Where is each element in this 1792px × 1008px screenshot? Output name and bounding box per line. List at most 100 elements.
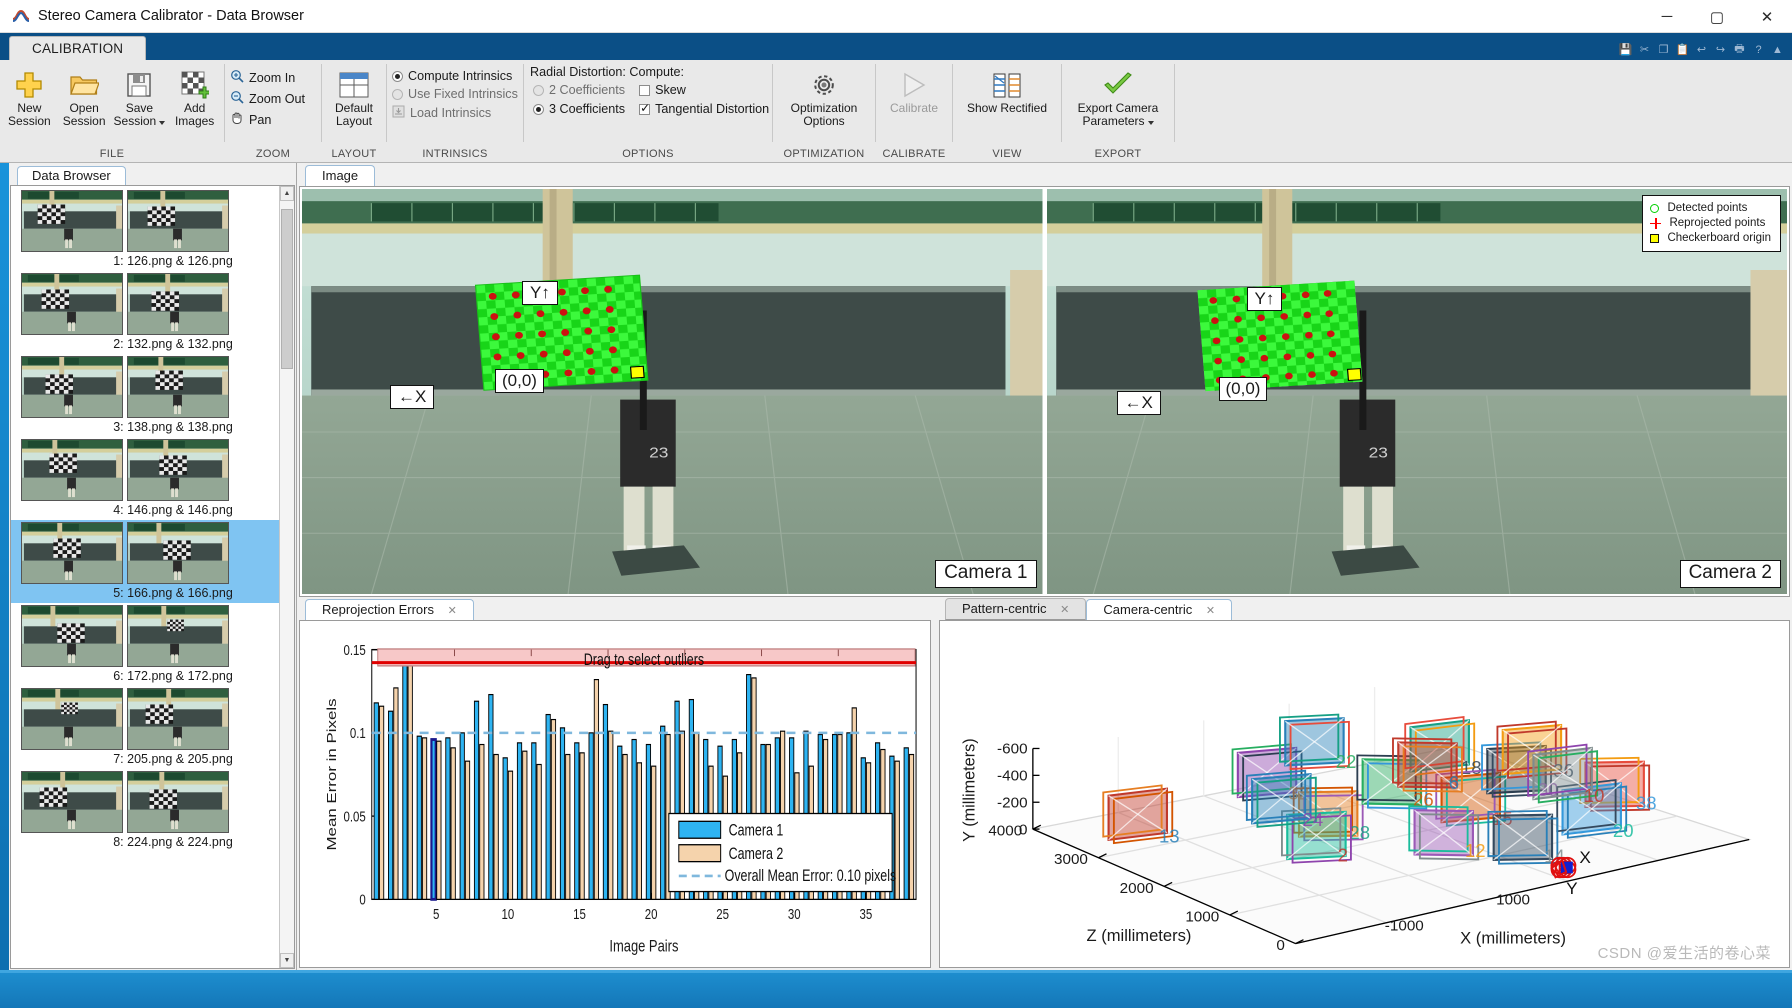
legend-row-origin: Checkerboard origin (1650, 231, 1771, 246)
compute-intrinsics-radio[interactable]: Compute Intrinsics (389, 67, 523, 85)
ribbon-separator-9 (1174, 64, 1175, 142)
list-item[interactable]: 2: 132.png & 132.png (11, 271, 279, 354)
close-icon[interactable]: ✕ (448, 605, 457, 617)
default-layout-button[interactable]: Default Layout (326, 65, 382, 130)
maximize-button[interactable]: ▢ (1692, 0, 1742, 33)
svg-text:Camera 2: Camera 2 (729, 846, 784, 864)
two-coefficients-radio[interactable]: 2 Coefficients (530, 81, 630, 99)
group-label-calibrate: CALIBRATE (882, 148, 946, 160)
zoom-out-button[interactable]: Zoom Out (227, 88, 310, 109)
detected-points-marker (1650, 204, 1660, 213)
qat-undo-icon[interactable]: ↩ (1693, 41, 1710, 58)
qat-help-icon[interactable]: ? (1750, 41, 1767, 58)
svg-text:23: 23 (1368, 444, 1387, 461)
zoom-out-icon (230, 90, 244, 107)
optimization-options-button[interactable]: Optimization Options (776, 65, 872, 130)
qat-copy-icon[interactable]: ❐ (1655, 41, 1672, 58)
qat-paste-icon[interactable]: 📋 (1674, 41, 1691, 58)
list-item-label: 3: 138.png & 138.png (113, 420, 233, 434)
qat-print-icon[interactable]: 🖶 (1731, 41, 1748, 58)
add-images-line2: Images (174, 113, 215, 128)
image-panel-body: 23 Y↑ ←X (0,0) Camera 1 23 Detected poin… (299, 186, 1790, 597)
status-bar-highlight (0, 970, 1792, 973)
three-coefficients-radio[interactable]: 3 Coefficients (530, 100, 630, 118)
svg-text:35: 35 (860, 905, 873, 922)
group-label-layout: LAYOUT (331, 148, 377, 160)
skew-checkbox[interactable]: Skew (636, 81, 774, 99)
list-item[interactable]: 6: 172.png & 172.png (11, 603, 279, 686)
use-fixed-intrinsics-radio[interactable]: Use Fixed Intrinsics (389, 85, 523, 103)
list-item[interactable]: 3: 138.png & 138.png (11, 354, 279, 437)
chevron-down-icon[interactable] (159, 120, 166, 125)
svg-text:25: 25 (716, 905, 729, 922)
qat-save-icon[interactable]: 💾 (1617, 41, 1634, 58)
tab-data-browser[interactable]: Data Browser (17, 166, 126, 186)
close-icon[interactable]: ✕ (1060, 604, 1069, 616)
tab-pattern-centric[interactable]: Pattern-centric ✕ (945, 598, 1087, 620)
camera1-view[interactable]: 23 Y↑ ←X (0,0) Camera 1 (302, 189, 1043, 594)
list-item[interactable]: 8: 224.png & 224.png (11, 769, 279, 852)
thumbnail-left (21, 522, 123, 584)
ribbon-group-zoom: Zoom In Zoom Out Pan ZOOM (225, 60, 321, 163)
qat-collapse-icon[interactable]: ▲ (1769, 41, 1786, 58)
svg-text:Z (millimeters): Z (millimeters) (1087, 927, 1192, 945)
reprojection-errors-chart[interactable]: 0 0.05 0.1 0.15 5 10 15 20 25 30 35 Drag to select … (300, 621, 930, 967)
show-rectified-label: Show Rectified (966, 101, 1048, 115)
tab-reprojection-errors[interactable]: Reprojection Errors ✕ (305, 599, 474, 621)
svg-text:6: 6 (1449, 772, 1459, 793)
open-session-button[interactable]: Open Session (57, 65, 112, 130)
list-item[interactable]: 5: 166.png & 166.png (11, 520, 279, 603)
scroll-down-button[interactable]: ▼ (280, 953, 294, 968)
thumbnail-left (21, 190, 123, 252)
list-item[interactable]: 7: 205.png & 205.png (11, 686, 279, 769)
add-images-button[interactable]: Add Images (167, 65, 222, 130)
qat-cut-icon[interactable]: ✂ (1636, 41, 1653, 58)
svg-text:3000: 3000 (1054, 851, 1088, 868)
close-icon[interactable]: ✕ (1206, 605, 1215, 617)
camera2-label: Camera 2 (1679, 560, 1781, 588)
list-item[interactable]: 4: 146.png & 146.png (11, 437, 279, 520)
save-session-button[interactable]: Save Session (112, 65, 168, 130)
svg-text:-600: -600 (997, 741, 1028, 758)
play-icon (899, 68, 929, 102)
data-browser-body: 1: 126.png & 126.png 2: 132.png & 132.pn… (10, 185, 295, 969)
reprojection-plot-body[interactable]: 0 0.05 0.1 0.15 5 10 15 20 25 30 35 Drag to select … (299, 620, 931, 968)
list-item[interactable]: 1: 126.png & 126.png (11, 188, 279, 271)
tangential-distortion-checkbox[interactable]: Tangential Distortion (636, 100, 774, 118)
chevron-down-icon[interactable] (1147, 120, 1154, 125)
checkbox-icon (639, 84, 651, 96)
scroll-thumb[interactable] (281, 209, 293, 369)
camera-centric-chart[interactable]: -600 -400 -200 0 Y (millimeters) 4000 3000 2000… (940, 621, 1789, 967)
zoom-in-button[interactable]: Zoom In (227, 67, 310, 88)
extrinsics-plot-body[interactable]: -600 -400 -200 0 Y (millimeters) 4000 3000 2000… (939, 620, 1790, 968)
checkbox-icon (639, 101, 650, 115)
tab-calibration[interactable]: CALIBRATION (9, 36, 147, 60)
tab-camera-centric[interactable]: Camera-centric ✕ (1086, 599, 1233, 621)
show-rectified-button[interactable]: Show Rectified (957, 65, 1057, 118)
new-session-line1: New (17, 101, 42, 115)
calibrate-button[interactable]: Calibrate (879, 65, 949, 118)
x-axis-annotation: ←X (390, 385, 435, 409)
close-button[interactable]: ✕ (1742, 0, 1792, 33)
data-browser-scrollbar[interactable]: ▲ ▼ (279, 186, 294, 968)
export-camera-parameters-button[interactable]: Export Camera Parameters (1065, 65, 1171, 130)
tab-image[interactable]: Image (305, 165, 376, 187)
minimize-button[interactable]: ─ (1642, 0, 1692, 33)
load-intrinsics-button[interactable]: Load Intrinsics (389, 103, 523, 123)
tab-reprojection-errors-label: Reprojection Errors (322, 602, 434, 617)
scroll-up-button[interactable]: ▲ (280, 186, 294, 201)
pan-button[interactable]: Pan (227, 109, 310, 130)
thumbnail-pair (11, 439, 279, 501)
qat-redo-icon[interactable]: ↪ (1712, 41, 1729, 58)
list-item-label: 1: 126.png & 126.png (113, 254, 233, 268)
list-item-label: 6: 172.png & 172.png (113, 669, 233, 683)
origin-annotation: (0,0) (495, 369, 544, 393)
camera2-view[interactable]: 23 Detected points Reprojected points Ch… (1046, 189, 1787, 594)
scroll-track[interactable] (280, 201, 294, 953)
thumbnail-left (21, 356, 123, 418)
image-pair-list[interactable]: 1: 126.png & 126.png 2: 132.png & 132.pn… (11, 186, 279, 968)
svg-text:X (millimeters): X (millimeters) (1460, 930, 1566, 948)
new-session-button[interactable]: New Session (2, 65, 57, 130)
svg-text:20: 20 (1613, 820, 1634, 841)
extrinsics-panel: Pattern-centric ✕ Camera-centric ✕ -600-… (937, 597, 1792, 968)
